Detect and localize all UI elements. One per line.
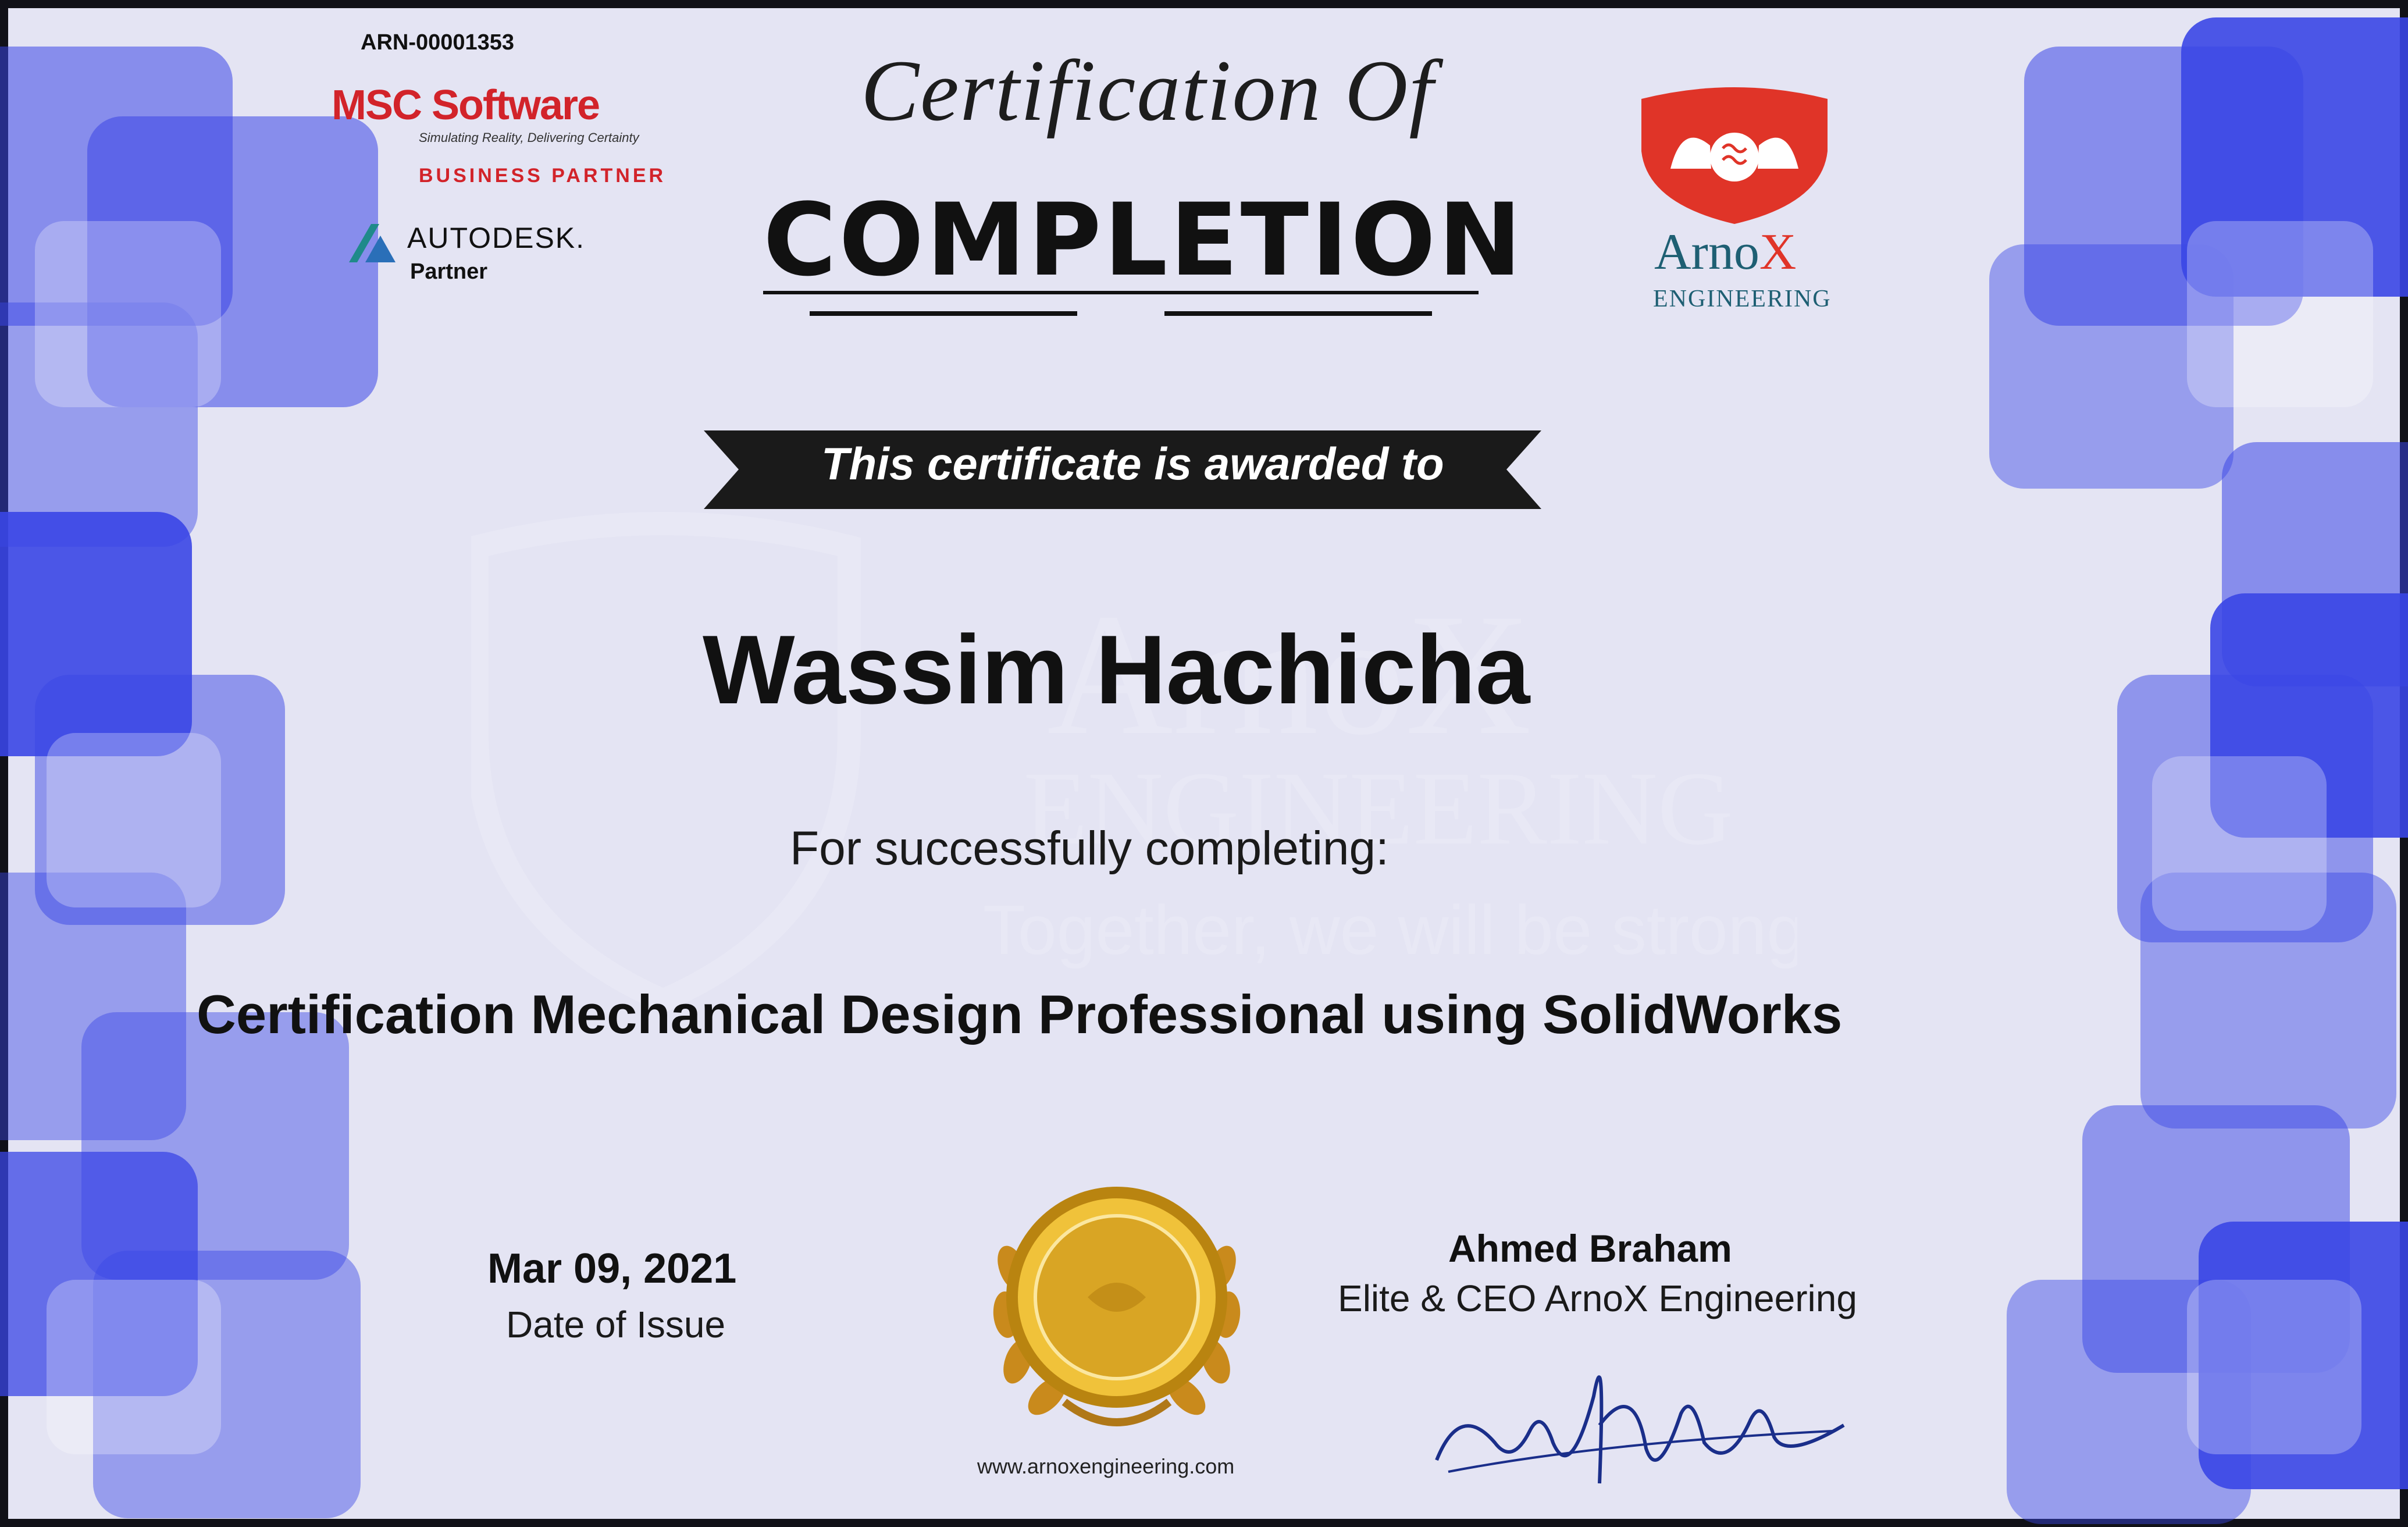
title-underline [763,291,1479,294]
recipient-name: Wassim Hachicha [703,615,1530,724]
issue-date-label: Date of Issue [506,1304,726,1346]
autodesk-icon [349,224,396,262]
arnox-logo-name: ArnoX [1654,223,1796,282]
watermark-slogan: Together, we will be stronger [983,891,1797,969]
arnox-name-suffix: X [1759,224,1797,280]
watermark: ArnoX ENGINEERING Together, we will be s… [471,512,1797,1013]
business-partner-badge: BUSINESS PARTNER [419,165,667,187]
ribbon-text: This certificate is awarded to [821,438,1444,489]
certificate: ArnoX ENGINEERING Together, we will be s… [0,0,2408,1527]
title-rule-right [1164,311,1432,316]
msc-brand: MSC Software [332,82,600,129]
autodesk-brand: AUTODESK. [407,222,586,254]
gold-seal-icon [993,1187,1241,1426]
handwritten-signature [1435,1375,1845,1484]
signatory-name: Ahmed Braham [1448,1227,1732,1270]
arnox-shield-logo [1641,87,1828,224]
page-title: COMPLETION [763,181,1524,298]
msc-software-logo: MSC Software Simulating Reality, Deliver… [332,81,639,145]
title-script: Certification Of [861,42,1435,139]
website-link[interactable]: www.arnoxengineering.com [977,1454,1234,1479]
title-rule-left [810,311,1077,316]
msc-tagline: Simulating Reality, Delivering Certainty [419,130,639,145]
issue-date: Mar 09, 2021 [487,1245,737,1292]
arnox-logo-subtitle: ENGINEERING [1653,286,1832,312]
autodesk-partner-badge: Partner [410,259,488,284]
completion-intro: For successfully completing: [790,822,1389,875]
course-title: Certification Mechanical Design Professi… [197,984,1843,1045]
arn-number: ARN-00001353 [361,30,515,55]
arnox-name-prefix: Arno [1654,224,1759,280]
